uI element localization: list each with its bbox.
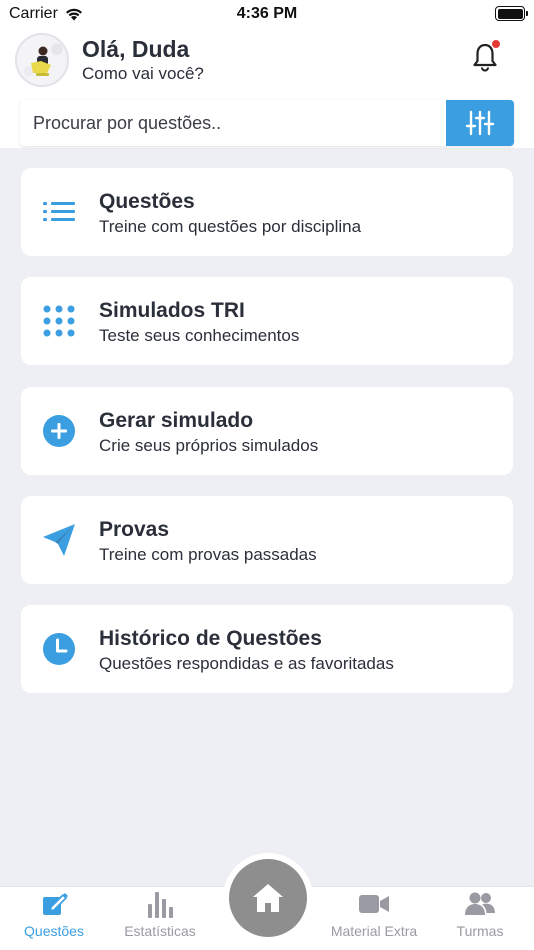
menu-card-questoes[interactable]: Questões Treine com questões por discipl… xyxy=(21,168,513,256)
menu-card-gerar-simulado[interactable]: Gerar simulado Crie seus próprios simula… xyxy=(21,387,513,475)
menu-card-description: Treine com questões por disciplina xyxy=(99,217,362,236)
menu-card-description: Questões respondidas e as favoritadas xyxy=(99,654,394,673)
greeting-subtitle: Como vai você? xyxy=(82,64,204,83)
notification-dot xyxy=(492,40,500,48)
menu-card-provas[interactable]: Provas Treine com provas passadas xyxy=(21,496,513,584)
battery-icon xyxy=(495,6,528,21)
avatar-illustration xyxy=(24,43,63,76)
tab-questoes[interactable]: Questões xyxy=(12,887,96,950)
bell-icon xyxy=(473,40,500,72)
status-time: 4:36 PM xyxy=(236,5,298,22)
tab-turmas[interactable]: Turmas xyxy=(444,887,516,950)
tab-label: Material Extra xyxy=(330,923,418,939)
tab-estatisticas[interactable]: Estatísticas xyxy=(112,887,208,950)
clock-icon xyxy=(41,633,77,665)
menu-card-historico[interactable]: Histórico de Questões Questões respondid… xyxy=(21,605,513,693)
menu-card-description: Treine com provas passadas xyxy=(99,545,317,564)
menu-card-title: Gerar simulado xyxy=(99,409,254,432)
search-bar xyxy=(20,100,514,146)
list-icon xyxy=(41,196,77,228)
tab-label: Turmas xyxy=(456,923,504,939)
bar-chart-icon xyxy=(147,889,173,919)
menu-card-simulados-tri[interactable]: Simulados TRI Teste seus conhecimentos xyxy=(21,277,513,365)
status-bar: Carrier 4:36 PM xyxy=(0,0,534,28)
menu-card-title: Simulados TRI xyxy=(99,299,245,322)
tab-material-extra[interactable]: Material Extra xyxy=(322,887,426,950)
tab-label: Estatísticas xyxy=(124,923,196,939)
sliders-icon xyxy=(465,110,495,136)
group-icon xyxy=(464,889,496,919)
video-camera-icon xyxy=(358,889,390,919)
search-input[interactable] xyxy=(20,100,446,146)
home-icon xyxy=(253,884,283,912)
filter-button[interactable] xyxy=(446,100,514,146)
menu-card-title: Provas xyxy=(99,518,170,541)
grid-dots-icon xyxy=(41,305,77,337)
paper-plane-icon xyxy=(41,524,77,556)
home-button[interactable] xyxy=(229,859,307,937)
greeting-title: Olá, Duda xyxy=(82,36,190,62)
menu-card-title: Histórico de Questões xyxy=(99,627,322,650)
menu-card-title: Questões xyxy=(99,190,195,213)
notification-bell-button[interactable] xyxy=(470,40,502,74)
avatar[interactable] xyxy=(15,33,69,87)
tab-label: Questões xyxy=(24,923,84,939)
menu-card-description: Teste seus conhecimentos xyxy=(99,326,300,345)
menu-card-description: Crie seus próprios simulados xyxy=(99,436,319,455)
plus-circle-icon xyxy=(41,415,77,447)
edit-icon xyxy=(40,889,68,919)
